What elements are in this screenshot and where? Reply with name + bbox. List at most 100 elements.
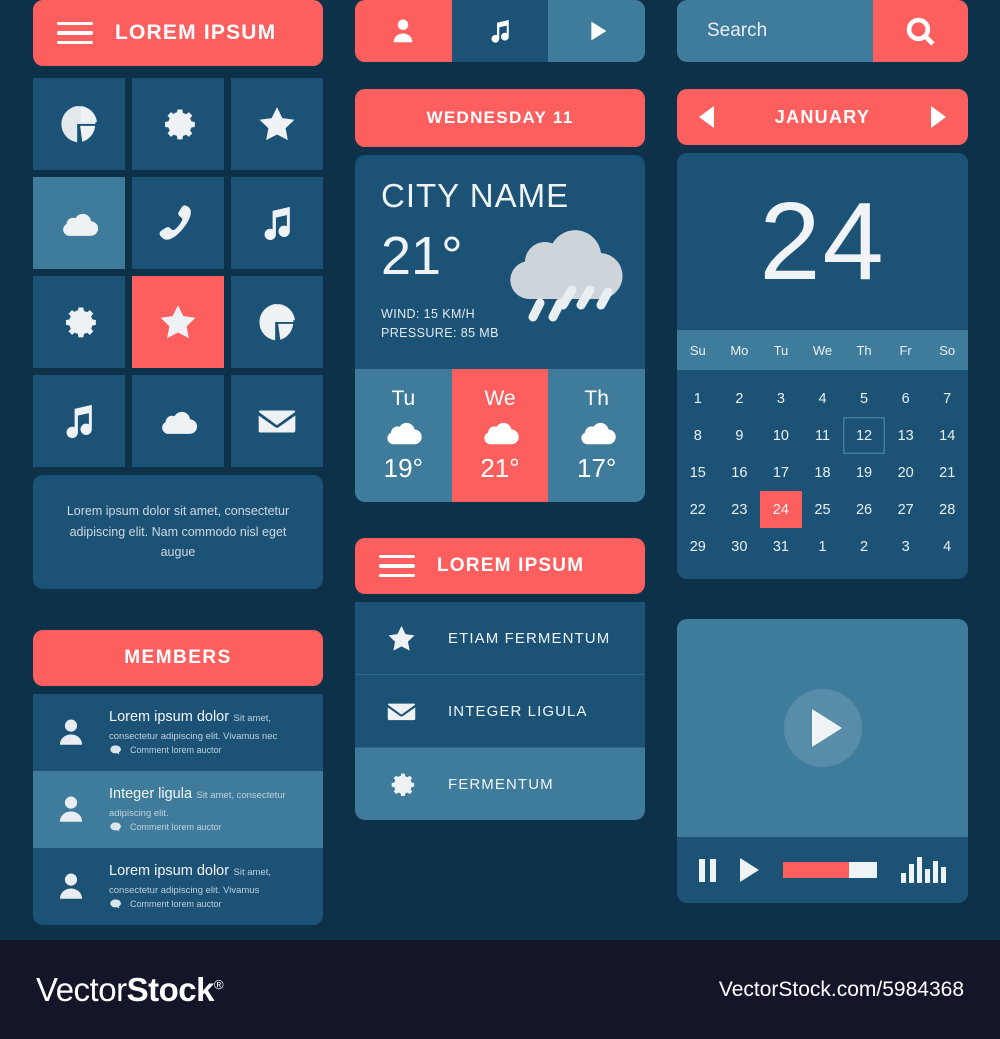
calendar-day[interactable]: 14 xyxy=(926,417,968,454)
play-icon[interactable] xyxy=(740,858,759,882)
calendar-day[interactable]: 25 xyxy=(802,491,844,528)
forecast-day-active[interactable]: We 21° xyxy=(451,369,549,502)
gear-icon xyxy=(391,773,415,796)
calendar-day[interactable]: 30 xyxy=(719,528,761,565)
weekday: Mo xyxy=(730,342,749,358)
weather-card: CITY NAME 21° WIND: 15 KM/H PRESSURE: 85… xyxy=(355,155,645,369)
calendar-day[interactable]: 15 xyxy=(677,454,719,491)
member-comment[interactable]: Comment lorem auctor xyxy=(109,821,305,834)
calendar-day[interactable]: 6 xyxy=(885,380,927,417)
equalizer-bar xyxy=(917,857,922,883)
member-row[interactable]: Lorem ipsum dolor Sit amet, consectetur … xyxy=(33,847,323,925)
equalizer-bar xyxy=(941,867,946,883)
calendar-day[interactable]: 24 xyxy=(760,491,802,528)
grid-tile-cloud-2[interactable] xyxy=(132,375,224,467)
cloud-icon xyxy=(63,213,99,236)
member-comment-text: Comment lorem auctor xyxy=(130,745,222,756)
weekday: Su xyxy=(689,342,706,358)
calendar-day[interactable]: 1 xyxy=(677,380,719,417)
calendar-day[interactable]: 7 xyxy=(926,380,968,417)
menu-item-fermentum[interactable]: FERMENTUM xyxy=(355,748,645,820)
play-circle-icon[interactable] xyxy=(783,689,862,767)
calendar-day[interactable]: 8 xyxy=(677,417,719,454)
player-screen[interactable] xyxy=(677,619,968,837)
forecast-day[interactable]: Th 17° xyxy=(548,369,645,502)
member-row[interactable]: Lorem ipsum dolor Sit amet, consectetur … xyxy=(33,693,323,771)
member-comment[interactable]: Comment lorem auctor xyxy=(109,744,305,757)
grid-tile-cloud[interactable] xyxy=(33,177,125,269)
menu-header[interactable]: LOREM IPSUM xyxy=(355,538,645,594)
column-right: Search JANUARY 24 Su Mo Tu We Th Fr So 1… xyxy=(677,0,968,903)
calendar-day[interactable]: 3 xyxy=(760,380,802,417)
calendar-day[interactable]: 5 xyxy=(843,380,885,417)
member-comment[interactable]: Comment lorem auctor xyxy=(109,898,305,911)
calendar-day[interactable]: 3 xyxy=(885,528,927,565)
grid-tile-gear[interactable] xyxy=(132,78,224,170)
play-icon xyxy=(591,21,607,41)
segment-user[interactable] xyxy=(355,0,452,62)
member-name: Lorem ipsum dolor xyxy=(109,862,230,879)
grid-tile-gear-2[interactable] xyxy=(33,276,125,368)
calendar-day[interactable]: 2 xyxy=(843,528,885,565)
gear-icon xyxy=(65,307,96,338)
user-icon xyxy=(59,873,83,900)
menu-item-integer-ligula[interactable]: INTEGER LIGULA xyxy=(355,675,645,748)
app-header[interactable]: LOREM IPSUM xyxy=(33,0,323,66)
calendar-day[interactable]: 1 xyxy=(802,528,844,565)
comment-icon xyxy=(110,899,121,909)
member-row[interactable]: Integer ligula Sit amet, consectetur adi… xyxy=(33,770,323,848)
calendar-day[interactable]: 18 xyxy=(802,454,844,491)
grid-tile-phone[interactable] xyxy=(132,177,224,269)
calendar-day[interactable]: 9 xyxy=(719,417,761,454)
calendar-day[interactable]: 11 xyxy=(802,417,844,454)
forecast-day[interactable]: Tu 19° xyxy=(355,369,452,502)
grid-tile-pie-chart[interactable] xyxy=(33,78,125,170)
grid-tile-pie-chart-2[interactable] xyxy=(231,276,323,368)
calendar-day[interactable]: 29 xyxy=(677,528,719,565)
envelope-icon xyxy=(258,410,296,433)
calendar-day[interactable]: 16 xyxy=(719,454,761,491)
calendar-day[interactable]: 13 xyxy=(885,417,927,454)
calendar-day[interactable]: 21 xyxy=(926,454,968,491)
calendar-weekdays: Su Mo Tu We Th Fr So xyxy=(677,330,968,370)
calendar-day[interactable]: 12 xyxy=(843,417,885,454)
calendar-day[interactable]: 22 xyxy=(677,491,719,528)
calendar-day[interactable]: 28 xyxy=(926,491,968,528)
search-button[interactable] xyxy=(873,0,968,62)
calendar-day[interactable]: 23 xyxy=(719,491,761,528)
segment-music[interactable] xyxy=(451,0,549,62)
progress-bar[interactable] xyxy=(783,862,877,878)
pause-icon[interactable] xyxy=(699,858,716,882)
calendar-day[interactable]: 2 xyxy=(719,380,761,417)
search-icon xyxy=(906,17,935,46)
weekday: So xyxy=(939,342,956,358)
grid-tile-envelope[interactable] xyxy=(231,375,323,467)
player-controls xyxy=(677,837,968,903)
arrow-right-icon[interactable] xyxy=(930,106,946,128)
calendar-day[interactable]: 17 xyxy=(760,454,802,491)
calendar-day[interactable]: 31 xyxy=(760,528,802,565)
hamburger-icon[interactable] xyxy=(379,554,415,578)
grid-tile-star-active[interactable] xyxy=(132,276,224,368)
grid-tile-music[interactable] xyxy=(231,177,323,269)
members-title: MEMBERS xyxy=(124,646,232,668)
app-header-title: LOREM IPSUM xyxy=(115,21,277,44)
calendar-day[interactable]: 4 xyxy=(802,380,844,417)
grid-tile-music-2[interactable] xyxy=(33,375,125,467)
segment-play[interactable] xyxy=(548,0,645,62)
equalizer-bar xyxy=(925,868,930,883)
forecast-day-temp: 19° xyxy=(383,453,423,483)
calendar-day[interactable]: 10 xyxy=(760,417,802,454)
calendar-day[interactable]: 20 xyxy=(885,454,927,491)
search-input[interactable]: Search xyxy=(677,0,873,62)
calendar-day[interactable]: 27 xyxy=(885,491,927,528)
hamburger-icon[interactable] xyxy=(57,21,93,45)
calendar-day[interactable]: 19 xyxy=(843,454,885,491)
arrow-left-icon[interactable] xyxy=(699,106,714,128)
calendar-day[interactable]: 26 xyxy=(843,491,885,528)
grid-tile-star[interactable] xyxy=(231,78,323,170)
comment-icon xyxy=(110,822,121,832)
calendar-day[interactable]: 4 xyxy=(926,528,968,565)
menu-item-etiam-fermentum[interactable]: ETIAM FERMENTUM xyxy=(355,602,645,675)
calendar-card: 24 Su Mo Tu We Th Fr So 1 2 3 4 5 6 7 8 9 10 11 12 1… xyxy=(677,153,968,579)
